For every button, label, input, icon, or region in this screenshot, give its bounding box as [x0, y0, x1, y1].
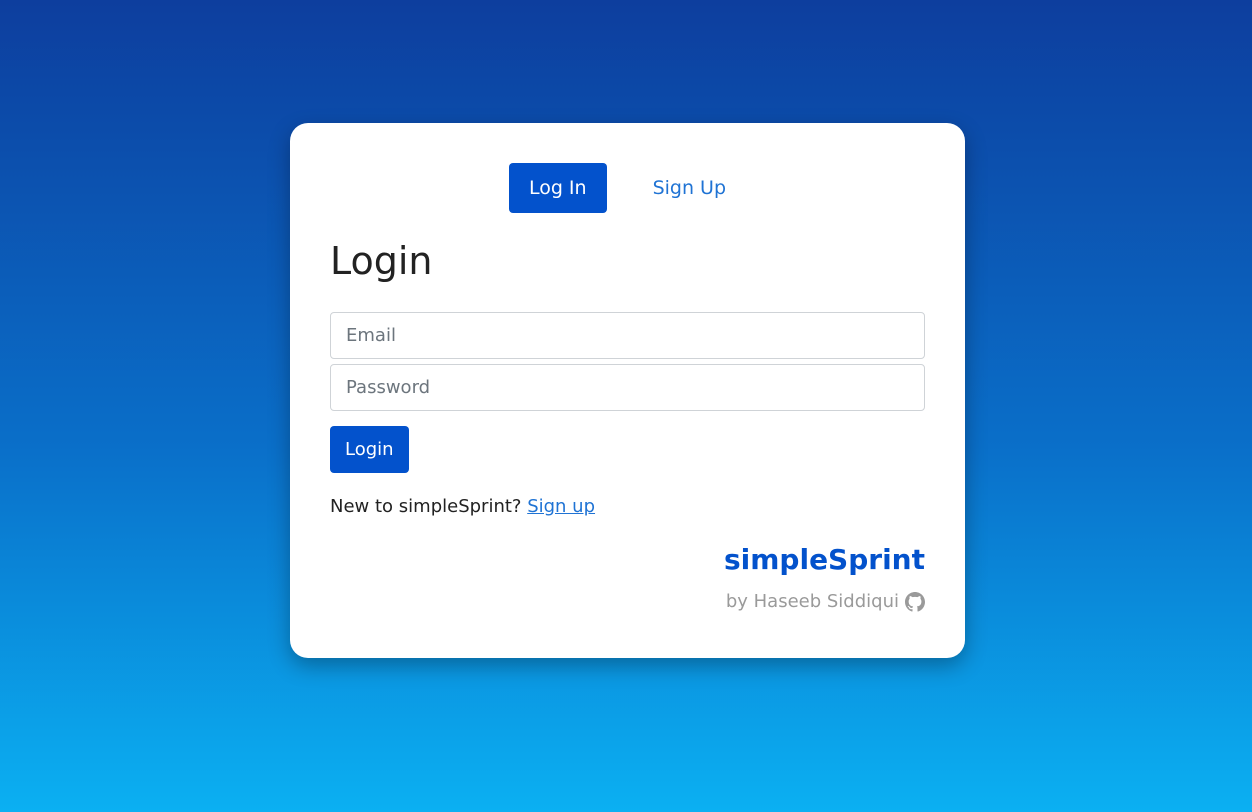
signup-prompt: New to simpleSprint? Sign up: [330, 496, 925, 517]
auth-tabs: Log In Sign Up: [330, 163, 925, 213]
author-byline: by Haseeb Siddiqui: [726, 591, 925, 612]
tab-sign-up[interactable]: Sign Up: [633, 163, 746, 213]
brand-name: simpleSprint: [723, 543, 925, 576]
github-icon[interactable]: [905, 591, 925, 612]
signup-link[interactable]: Sign up: [527, 496, 595, 517]
login-card: Log In Sign Up Login Login New to simple…: [290, 123, 965, 658]
password-field[interactable]: [330, 364, 925, 411]
tab-log-in[interactable]: Log In: [508, 163, 607, 213]
signup-prompt-text: New to simpleSprint?: [330, 496, 522, 517]
login-button[interactable]: Login: [330, 426, 409, 473]
email-field[interactable]: [330, 312, 925, 359]
author-text: by Haseeb Siddiqui: [725, 591, 899, 612]
page-title: Login: [330, 239, 433, 283]
